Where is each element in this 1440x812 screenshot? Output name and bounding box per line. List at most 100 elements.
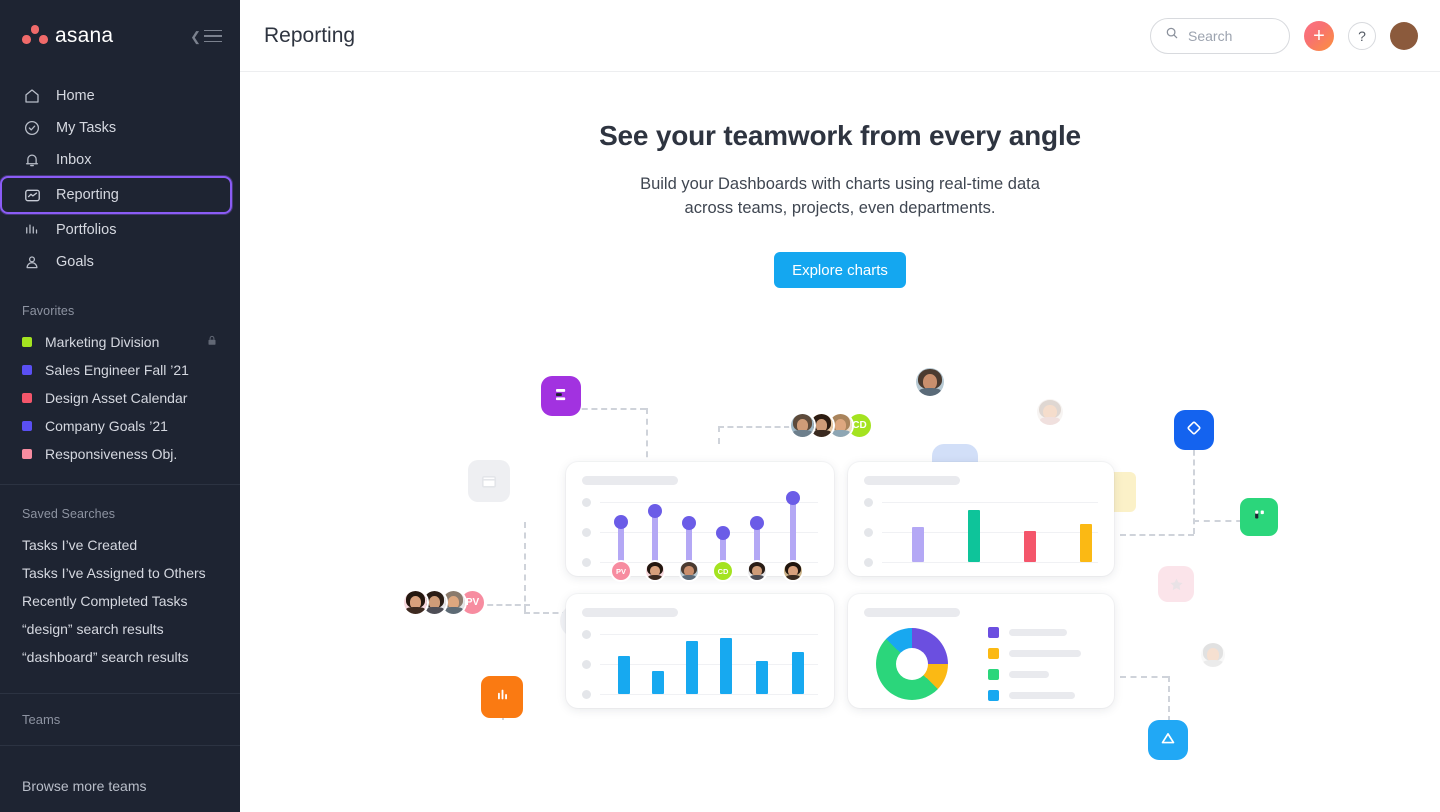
legend-label-placeholder (1009, 671, 1049, 678)
sidebar-nav: Home My Tasks Inbox Reporting Portfolios… (0, 72, 240, 282)
chart-card-lollipop[interactable]: PV CD (566, 462, 834, 582)
main-area: Reporting + ? (240, 0, 1440, 812)
help-button[interactable]: ? (1348, 21, 1376, 50)
app-root: asana ❮ Home My Tasks Inbox Reporting Po… (0, 0, 1440, 812)
topbar: Reporting + ? (240, 0, 1440, 72)
bar (720, 638, 732, 694)
saved-searches-heading: Saved Searches (22, 507, 116, 521)
bar (652, 671, 664, 694)
sidebar-item-inbox[interactable]: Inbox (0, 144, 240, 176)
favorite-item-sales-engineer-fall-21[interactable]: Sales Engineer Fall ’21 (0, 356, 240, 384)
search-icon (1165, 26, 1179, 45)
sidebar-item-label: Inbox (56, 152, 92, 168)
chart-card-blue-bars[interactable] (566, 594, 834, 708)
favorite-item-marketing-division[interactable]: Marketing Division (0, 328, 240, 356)
axis-dot (582, 630, 591, 639)
axis-dot (582, 498, 591, 507)
favorite-item-company-goals-21[interactable]: Company Goals ’21 (0, 412, 240, 440)
hero-section: See your teamwork from every angle Build… (240, 72, 1440, 288)
sidebar-divider-1 (0, 484, 240, 485)
legend-item (988, 690, 1081, 701)
bar (618, 656, 630, 694)
sidebar-item-portfolios[interactable]: Portfolios (0, 214, 240, 246)
diamond-icon (1183, 417, 1205, 444)
purple-app-tile (541, 376, 581, 416)
chevron-left-icon: ❮ (190, 28, 201, 44)
axis-dot (582, 528, 591, 537)
sidebar-divider-2 (0, 693, 240, 694)
legend-label-placeholder (1009, 692, 1075, 699)
home-icon (22, 86, 42, 106)
legend-swatch (988, 627, 999, 638)
saved-search-item[interactable]: “dashboard” search results (0, 643, 240, 671)
create-button[interactable]: + (1304, 20, 1334, 51)
bar (756, 661, 768, 694)
connector-line (718, 426, 790, 428)
saved-search-item[interactable]: Tasks I’ve Created (0, 531, 240, 559)
axis-dot (582, 558, 591, 567)
favorites-heading: Favorites (22, 304, 75, 318)
search-box[interactable] (1150, 17, 1290, 54)
bar-chart-icon (22, 220, 42, 240)
goal-person-icon (22, 252, 42, 272)
browse-more-teams-link[interactable]: Browse more teams (0, 772, 240, 800)
saved-search-item[interactable]: “design” search results (0, 615, 240, 643)
bar (968, 510, 980, 562)
donut-legend (988, 627, 1081, 701)
legend-swatch (988, 648, 999, 659)
chart-avatar (746, 560, 768, 582)
lock-icon (206, 334, 218, 350)
axis-dot (582, 660, 591, 669)
sidebar-item-reporting[interactable]: Reporting (0, 176, 232, 214)
sidebar-item-label: Home (56, 88, 95, 104)
explore-charts-button[interactable]: Explore charts (774, 252, 906, 288)
favorite-label: Sales Engineer Fall ’21 (45, 362, 189, 378)
sidebar-item-my-tasks[interactable]: My Tasks (0, 112, 240, 144)
asana-logo-icon (22, 25, 48, 47)
axis-dot (582, 690, 591, 699)
grid-line (882, 562, 1098, 563)
sidebar-divider-3 (0, 745, 240, 746)
legend-item (988, 669, 1081, 680)
chart-card-donut[interactable] (848, 594, 1114, 708)
chart-avatar (782, 560, 804, 582)
axis-dot (864, 498, 873, 507)
orange-folder-tile (481, 676, 523, 718)
favorite-item-design-asset-calendar[interactable]: Design Asset Calendar (0, 384, 240, 412)
saved-search-item[interactable]: Recently Completed Tasks (0, 587, 240, 615)
avatar[interactable] (1390, 21, 1418, 50)
asana-logo[interactable]: asana (22, 24, 113, 48)
reporting-illustration: CD PV PV CD (240, 304, 1440, 784)
chart-card-multicolor-bars[interactable] (848, 462, 1114, 576)
sidebar-item-label: Goals (56, 254, 94, 270)
favorite-item-responsiveness-obj[interactable]: Responsiveness Obj. (0, 440, 240, 468)
sidebar-item-home[interactable]: Home (0, 80, 240, 112)
teams-heading: Teams (22, 712, 61, 727)
chart-avatar (678, 560, 700, 582)
favorite-label: Company Goals ’21 (45, 418, 168, 434)
favorite-label: Responsiveness Obj. (45, 446, 178, 462)
bell-icon (22, 150, 42, 170)
stacked-bars-icon (551, 384, 571, 409)
connector-line (572, 408, 646, 410)
bar (1024, 531, 1036, 562)
sidebar-item-label: Reporting (56, 187, 119, 203)
search-input[interactable] (1188, 27, 1275, 44)
check-circle-icon (22, 118, 42, 138)
sidebar: asana ❮ Home My Tasks Inbox Reporting Po… (0, 0, 240, 812)
donut-hole (896, 648, 928, 680)
sidebar-item-label: My Tasks (56, 120, 117, 136)
collapse-sidebar-button[interactable]: ❮ (190, 30, 222, 43)
legend-swatch (988, 690, 999, 701)
chart-avatar-cd: CD (712, 560, 734, 582)
hamburger-icon (204, 29, 222, 43)
connector-line (524, 522, 526, 612)
content-area: See your teamwork from every angle Build… (240, 72, 1440, 812)
bar-chart-icon (493, 685, 512, 709)
chart-plot-area (864, 498, 1098, 570)
card-title-placeholder (864, 476, 960, 485)
pink-star-tile (1158, 566, 1194, 602)
legend-label-placeholder (1009, 650, 1081, 657)
saved-search-item[interactable]: Tasks I’ve Assigned to Others (0, 559, 240, 587)
sidebar-item-goals[interactable]: Goals (0, 246, 240, 278)
